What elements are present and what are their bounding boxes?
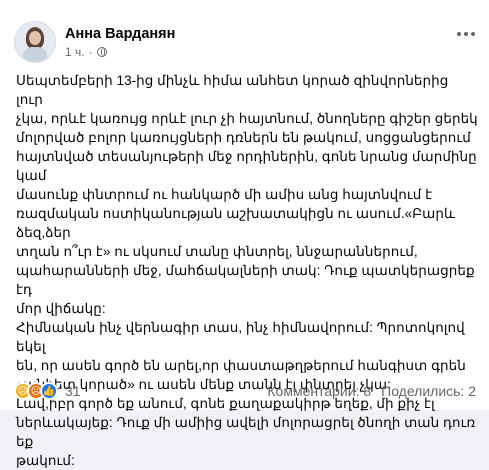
post-footer: ☹ ☹ 👍 31 Комментарии: 8 Поделились: 2	[14, 380, 476, 402]
reaction-count: 31	[65, 383, 81, 399]
avatar-face	[29, 31, 41, 45]
avatar-body	[23, 47, 47, 62]
shares-count[interactable]: Поделились: 2	[381, 383, 476, 399]
comments-count[interactable]: Комментарии: 8	[267, 383, 371, 399]
like-reaction-icon: 👍	[40, 382, 58, 400]
post-time-row: 1 ч. ·	[65, 45, 175, 59]
post-time[interactable]: 1 ч.	[65, 45, 85, 59]
avatar[interactable]	[14, 21, 56, 63]
post-stats: Комментарии: 8 Поделились: 2	[267, 383, 476, 399]
more-options-icon[interactable]	[457, 32, 475, 36]
reactions-summary[interactable]: ☹ ☹ 👍 31	[14, 382, 81, 400]
post-card: Анна Варданян 1 ч. · Սեպտեմբերի 13-ից մի…	[0, 0, 489, 468]
author-name[interactable]: Анна Варданян	[65, 25, 175, 43]
post-header: Анна Варданян 1 ч. ·	[14, 20, 175, 64]
post-text: Սեպտեմբերի 13-ից մինչև հիմա անհետ կորած …	[16, 73, 478, 468]
post-meta: Анна Варданян 1 ч. ·	[65, 25, 175, 59]
separator-dot: ·	[88, 45, 93, 59]
globe-icon	[96, 47, 107, 57]
